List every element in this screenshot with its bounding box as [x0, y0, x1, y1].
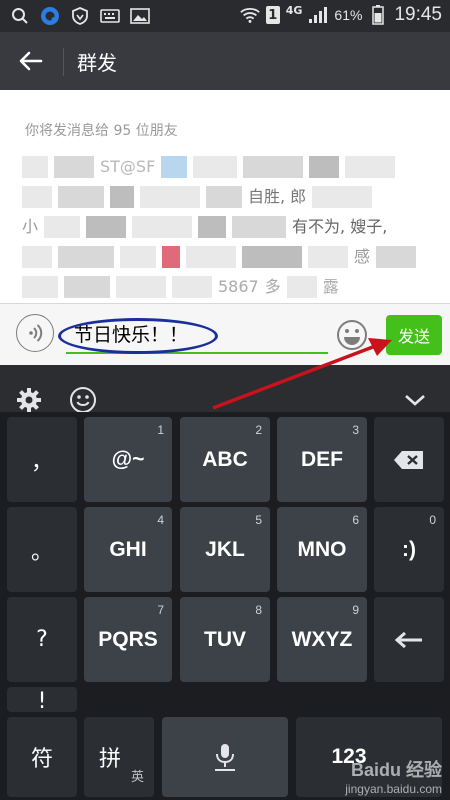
gear-icon: [17, 388, 41, 412]
back-arrow-icon: [19, 51, 43, 71]
battery-icon: [368, 5, 388, 25]
blurred-recipient-list: ST@SF 自胜, 郎 小 有不为, 嫂子, 感 5867 多 露: [22, 152, 432, 302]
keyboard-settings-button[interactable]: [14, 385, 44, 415]
voice-icon: [29, 324, 43, 342]
key-label: ABC: [202, 447, 248, 471]
key-input-mode[interactable]: 拼 英: [84, 717, 154, 797]
key-label: @~: [111, 447, 145, 471]
watermark-main: Baidu 经验: [350, 760, 442, 780]
key-label: GHI: [109, 537, 147, 561]
backspace-icon: [394, 450, 423, 469]
battery-percent: 61%: [334, 7, 363, 23]
list-item: 小 有不为, 嫂子,: [22, 216, 387, 238]
nine-key-keyboard: ， 。 ? ! @~ 1 ABC 2 DEF 3 GHI 4 JKL 5 MNO…: [0, 412, 450, 800]
image-icon: [130, 6, 150, 26]
recipients-count-text: 你将发消息给 95 位朋友: [25, 123, 178, 139]
key-label: WXYZ: [291, 627, 353, 651]
backspace-key[interactable]: [374, 417, 444, 502]
key-emoticon[interactable]: :) 0: [374, 507, 444, 592]
key-question[interactable]: ?: [7, 597, 77, 682]
microphone-icon: [215, 744, 235, 771]
blurred-fragment: 小: [22, 217, 39, 236]
key-number: 2: [255, 423, 262, 437]
message-input[interactable]: [66, 314, 328, 354]
shield-icon: [70, 6, 90, 26]
status-bar: 1 4G 61% 19:45: [0, 0, 450, 32]
key-label: TUV: [204, 627, 246, 651]
enter-key[interactable]: [374, 597, 444, 682]
clock: 19:45: [394, 4, 442, 25]
key-number: 5: [255, 513, 262, 527]
hide-keyboard-button[interactable]: [400, 385, 430, 415]
key-number: 1: [157, 423, 164, 437]
blurred-fragment: 5867: [218, 277, 259, 296]
key-comma[interactable]: ，: [7, 417, 77, 502]
key-label: :): [402, 537, 416, 561]
key-2-symbols[interactable]: @~ 1: [84, 417, 172, 502]
keyboard-emoji-button[interactable]: [68, 385, 98, 415]
key-number: 0: [429, 513, 436, 527]
list-item: 5867 多 露: [22, 276, 339, 298]
page-title: 群发: [77, 51, 117, 75]
message-input-bar: 发送: [0, 303, 450, 365]
voice-input-button[interactable]: [16, 314, 54, 352]
back-button[interactable]: [14, 46, 48, 76]
recipient-panel: 你将发消息给 95 位朋友 ST@SF 自胜, 郎 小 有不为, 嫂子, 感 5…: [0, 90, 450, 303]
key-exclaim[interactable]: !: [7, 687, 77, 714]
key-number: 7: [157, 603, 164, 617]
enter-arrow-icon: [394, 631, 422, 648]
network-type: 4G: [285, 4, 303, 17]
header-divider: [63, 48, 64, 76]
watermark-sub: jingyan.baidu.com: [345, 782, 442, 796]
key-number: 3: [352, 423, 359, 437]
key-tuv[interactable]: TUV 8: [180, 597, 270, 682]
key-label: 拼: [98, 747, 121, 772]
key-ghi[interactable]: GHI 4: [84, 507, 172, 592]
list-item: ST@SF: [22, 156, 396, 178]
key-mno[interactable]: MNO 6: [277, 507, 367, 592]
key-pqrs[interactable]: PQRS 7: [84, 597, 172, 682]
key-number: 6: [352, 513, 359, 527]
key-alt-label: 英: [130, 770, 144, 785]
key-symbols[interactable]: 符: [7, 717, 77, 797]
browser-icon: [40, 6, 60, 26]
smiley-outline-icon: [70, 387, 96, 413]
key-jkl[interactable]: JKL 5: [180, 507, 270, 592]
key-label: PQRS: [98, 627, 158, 651]
key-label: DEF: [301, 447, 343, 471]
key-label: JKL: [205, 537, 245, 561]
key-number: 4: [157, 513, 164, 527]
search-icon: [10, 6, 30, 26]
list-item: 自胜, 郎: [22, 186, 373, 208]
chevron-down-icon: [405, 395, 425, 406]
send-button[interactable]: 发送: [386, 315, 442, 355]
emoji-button[interactable]: [336, 319, 368, 351]
sim-indicator: 1: [265, 6, 280, 24]
space-voice-key[interactable]: [162, 717, 288, 797]
key-abc[interactable]: ABC 2: [180, 417, 270, 502]
watermark: Baidu 经验 jingyan.baidu.com: [345, 756, 442, 796]
signal-icon: [308, 5, 328, 25]
app-header: 群发: [0, 32, 450, 90]
key-wxyz[interactable]: WXYZ 9: [277, 597, 367, 682]
smiley-icon: [337, 320, 367, 350]
blurred-fragment: 自胜, 郎: [248, 187, 307, 206]
blurred-fragment: 多: [264, 277, 281, 296]
blurred-fragment: 有不为, 嫂子,: [292, 217, 388, 236]
blurred-fragment: 感: [354, 247, 371, 266]
key-label: MNO: [297, 537, 347, 561]
list-item: 感: [22, 246, 417, 268]
wifi-icon: [240, 5, 260, 25]
blurred-fragment: ST@SF: [100, 157, 156, 176]
keyboard-icon: [100, 6, 120, 26]
blurred-fragment: 露: [322, 277, 339, 296]
key-period[interactable]: 。: [7, 507, 77, 592]
key-def[interactable]: DEF 3: [277, 417, 367, 502]
key-number: 9: [352, 603, 359, 617]
key-number: 8: [255, 603, 262, 617]
